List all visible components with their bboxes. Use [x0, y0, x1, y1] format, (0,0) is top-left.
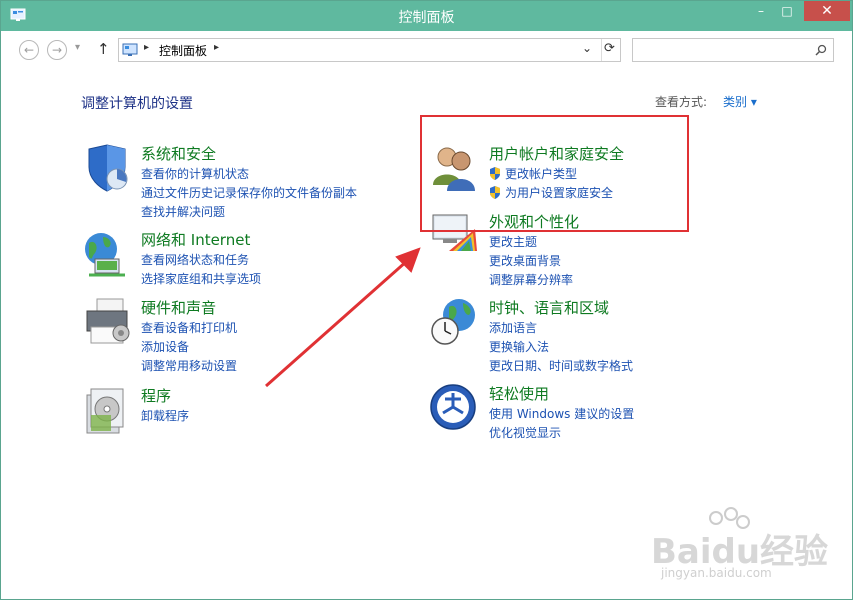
- link-date-time-format[interactable]: 更改日期、时间或数字格式: [489, 357, 633, 374]
- network-globe-icon[interactable]: [81, 229, 131, 279]
- annotation-arrow: [265, 247, 421, 388]
- search-icon[interactable]: [815, 44, 827, 56]
- shield-icon[interactable]: [81, 143, 131, 193]
- link-check-computer-status[interactable]: 查看你的计算机状态: [141, 165, 249, 182]
- annotation-highlight-box: [420, 115, 689, 232]
- link-optimize-visual-display[interactable]: 优化视觉显示: [489, 424, 561, 441]
- refresh-icon[interactable]: ⟳: [604, 41, 615, 56]
- window-title: 控制面板: [398, 10, 455, 26]
- recent-locations-dropdown[interactable]: ▾: [75, 42, 80, 53]
- view-by-dropdown[interactable]: 类别 ▾: [723, 93, 757, 110]
- category-title[interactable]: 程序: [141, 385, 171, 406]
- control-panel-icon: [122, 43, 138, 56]
- title-bar: 控制面板 – □ ✕: [1, 1, 852, 31]
- category-title[interactable]: 系统和安全: [141, 143, 216, 164]
- minimize-button[interactable]: –: [748, 1, 774, 22]
- link-network-status[interactable]: 查看网络状态和任务: [141, 251, 249, 268]
- breadcrumb-separator-icon[interactable]: ▸: [144, 42, 149, 53]
- link-change-theme[interactable]: 更改主题: [489, 233, 537, 250]
- link-add-device[interactable]: 添加设备: [141, 338, 189, 355]
- link-desktop-background[interactable]: 更改桌面背景: [489, 252, 561, 269]
- printer-icon[interactable]: [81, 297, 131, 347]
- category-title[interactable]: 硬件和声音: [141, 297, 216, 318]
- navigation-bar: ← → ▾ ↑ ▸ 控制面板 ▸ ⌄ ⟳: [1, 31, 852, 71]
- category-title[interactable]: 时钟、语言和区域: [489, 297, 609, 318]
- breadcrumb-chevron-icon[interactable]: ▸: [214, 42, 219, 53]
- search-box[interactable]: [632, 38, 834, 62]
- link-devices-printers[interactable]: 查看设备和打印机: [141, 319, 237, 336]
- control-panel-window: 控制面板 – □ ✕ ← → ▾ ↑ ▸ 控制面板 ▸ ⌄ ⟳ 调整计算机的设置…: [0, 0, 853, 600]
- category-system-security: 系统和安全 查看你的计算机状态 通过文件历史记录保存你的文件备份副本 查找并解决…: [81, 143, 411, 223]
- watermark-url: jingyan.baidu.com: [661, 566, 772, 580]
- maximize-button[interactable]: □: [774, 1, 800, 22]
- link-troubleshoot[interactable]: 查找并解决问题: [141, 203, 225, 220]
- breadcrumb-control-panel[interactable]: 控制面板: [159, 42, 207, 59]
- link-change-input-method[interactable]: 更换输入法: [489, 338, 549, 355]
- category-title[interactable]: 轻松使用: [489, 383, 549, 404]
- forward-button[interactable]: →: [47, 40, 67, 60]
- back-button[interactable]: ←: [19, 40, 39, 60]
- close-button[interactable]: ✕: [804, 1, 850, 21]
- category-title[interactable]: 网络和 Internet: [141, 229, 250, 250]
- address-dropdown-icon[interactable]: ⌄: [582, 41, 592, 55]
- link-uninstall-program[interactable]: 卸载程序: [141, 407, 189, 424]
- link-add-language[interactable]: 添加语言: [489, 319, 537, 336]
- baidu-watermark: Baidu经验 jingyan.baidu.com: [651, 506, 831, 596]
- view-by-label: 查看方式:: [655, 95, 708, 109]
- link-windows-recommended-settings[interactable]: 使用 Windows 建议的设置: [489, 405, 634, 422]
- category-ease-of-access: 轻松使用 使用 Windows 建议的设置 优化视觉显示: [429, 383, 759, 443]
- link-homegroup-sharing[interactable]: 选择家庭组和共享选项: [141, 270, 261, 287]
- up-button[interactable]: ↑: [97, 40, 110, 58]
- category-clock-language-region: 时钟、语言和区域 添加语言 更换输入法 更改日期、时间或数字格式: [429, 297, 759, 377]
- programs-icon[interactable]: [81, 385, 131, 435]
- page-title: 调整计算机的设置: [81, 96, 193, 112]
- link-screen-resolution[interactable]: 调整屏幕分辨率: [489, 271, 573, 288]
- link-mobility-settings[interactable]: 调整常用移动设置: [141, 357, 237, 374]
- address-bar[interactable]: ▸ 控制面板 ▸ ⌄ ⟳: [118, 38, 621, 62]
- address-divider: [601, 39, 602, 61]
- link-file-history[interactable]: 通过文件历史记录保存你的文件备份副本: [141, 184, 357, 201]
